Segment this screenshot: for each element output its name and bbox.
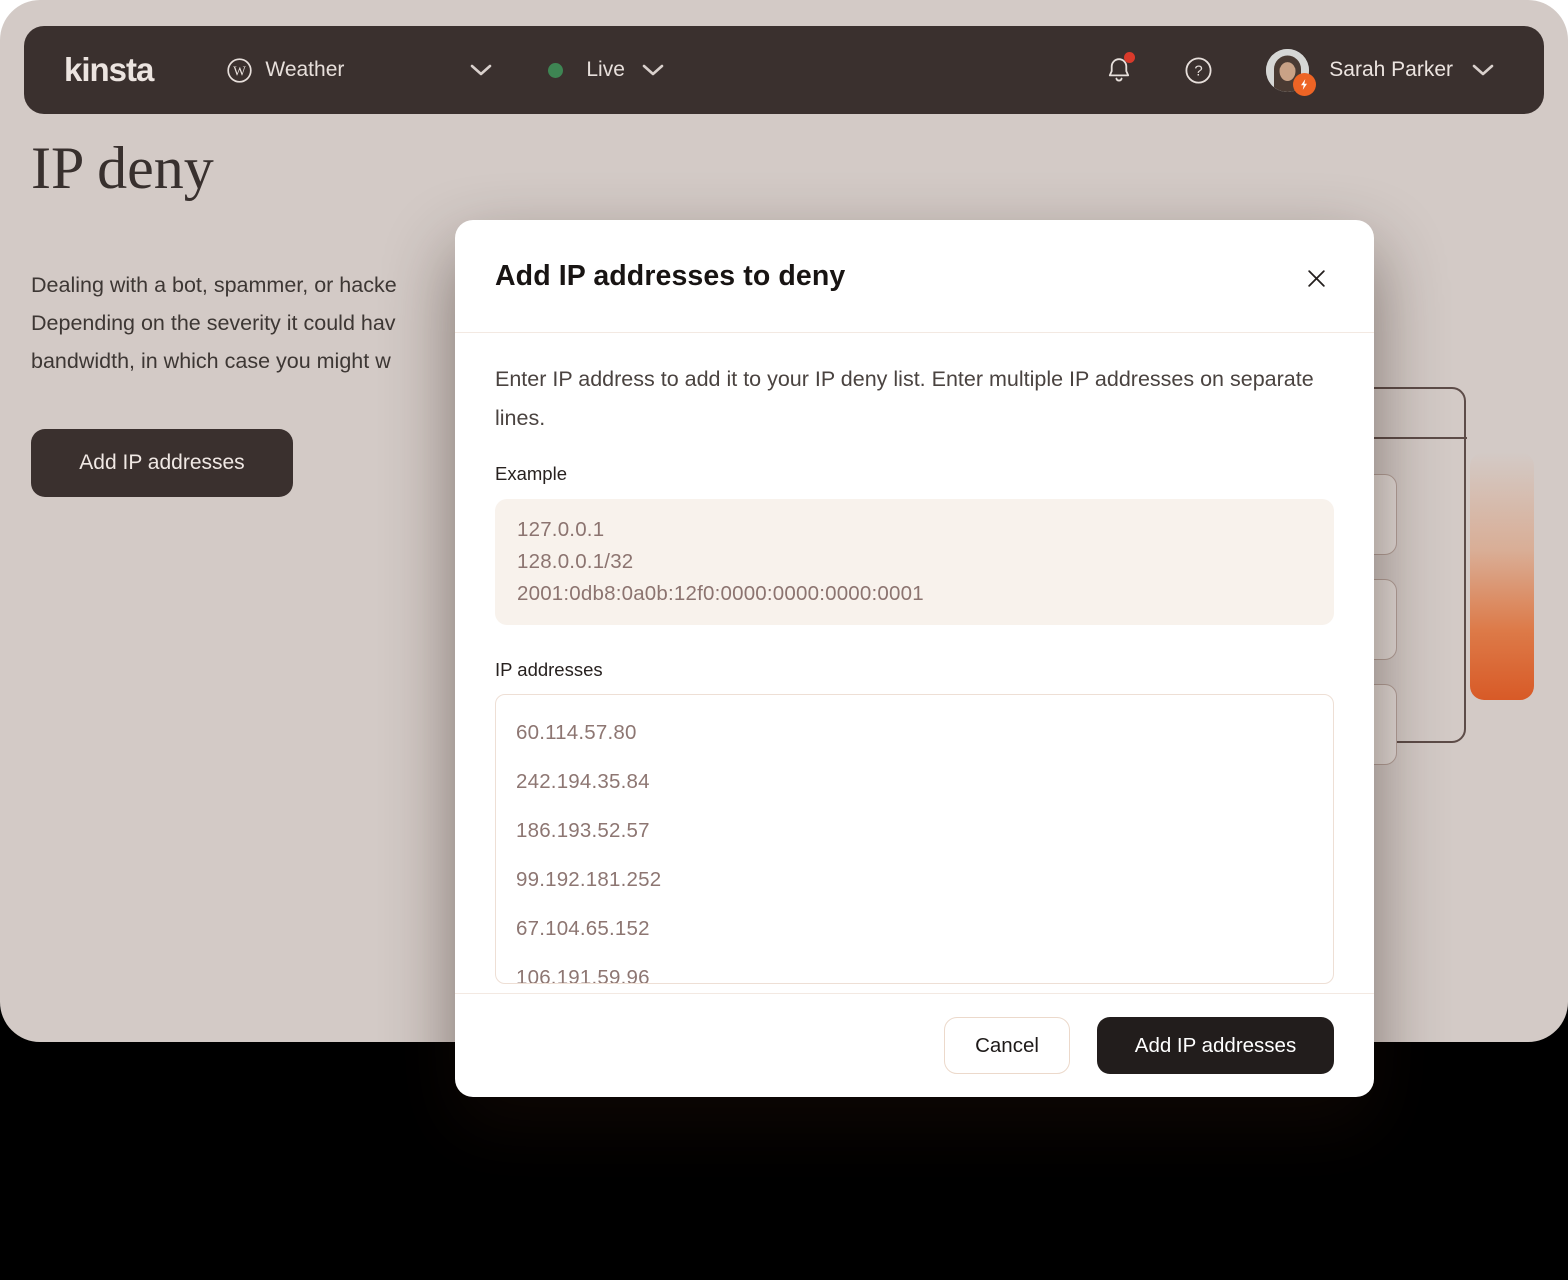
modal-title: Add IP addresses to deny bbox=[495, 260, 846, 292]
live-status-dot bbox=[548, 62, 564, 78]
modal-header: Add IP addresses to deny bbox=[455, 220, 1374, 333]
user-avatar[interactable] bbox=[1266, 48, 1317, 96]
notification-dot bbox=[1124, 52, 1136, 63]
close-icon[interactable] bbox=[1300, 264, 1332, 296]
help-icon[interactable]: ? bbox=[1185, 56, 1212, 84]
screen: kinsta W Weather Live ? Sarah Parker IP … bbox=[0, 0, 1568, 1280]
submit-add-ip-button[interactable]: Add IP addresses bbox=[1097, 1017, 1334, 1074]
notifications-button[interactable] bbox=[1106, 52, 1136, 84]
example-line: 2001:0db8:0a0b:12f0:0000:0000:0000:0001 bbox=[517, 582, 924, 605]
example-label: Example bbox=[495, 463, 567, 484]
environment-selector-label[interactable]: Live bbox=[586, 58, 625, 82]
description-line: Dealing with a bot, spammer, or hacke bbox=[31, 273, 397, 297]
cancel-button[interactable]: Cancel bbox=[944, 1017, 1070, 1074]
example-line: 128.0.0.1/32 bbox=[517, 550, 634, 573]
ip-addresses-input[interactable]: 60.114.57.80 242.194.35.84 186.193.52.57… bbox=[495, 694, 1334, 984]
ip-addresses-label: IP addresses bbox=[495, 659, 603, 680]
chevron-down-icon[interactable] bbox=[642, 64, 664, 76]
description-line: Depending on the severity it could hav bbox=[31, 311, 396, 335]
chevron-down-icon[interactable] bbox=[470, 64, 492, 76]
example-box: 127.0.0.1 128.0.0.1/32 2001:0db8:0a0b:12… bbox=[495, 499, 1334, 625]
kinsta-logo: kinsta bbox=[64, 51, 154, 88]
page-title: IP deny bbox=[31, 135, 214, 201]
svg-text:?: ? bbox=[1195, 62, 1203, 79]
page-description: Dealing with a bot, spammer, or hacke De… bbox=[31, 266, 397, 380]
example-line: 127.0.0.1 bbox=[517, 518, 605, 541]
user-menu-label[interactable]: Sarah Parker bbox=[1329, 58, 1453, 82]
modal-description: Enter IP address to add it to your IP de… bbox=[495, 367, 1314, 430]
add-ip-modal: Add IP addresses to deny Enter IP addres… bbox=[455, 220, 1374, 1097]
add-ip-addresses-button[interactable]: Add IP addresses bbox=[31, 429, 293, 497]
svg-text:W: W bbox=[234, 63, 247, 78]
modal-body: Enter IP address to add it to your IP de… bbox=[455, 333, 1374, 984]
description-line: bandwidth, in which case you might w bbox=[31, 349, 391, 373]
lightning-badge-icon bbox=[1293, 72, 1317, 96]
site-selector-label[interactable]: Weather bbox=[265, 58, 344, 82]
top-navbar: kinsta W Weather Live ? Sarah Parker bbox=[24, 26, 1544, 114]
wordpress-icon: W bbox=[227, 57, 253, 83]
chevron-down-icon[interactable] bbox=[1472, 64, 1494, 76]
backdrop-gradient-pill bbox=[1470, 452, 1534, 700]
modal-footer: Cancel Add IP addresses bbox=[455, 993, 1374, 1097]
